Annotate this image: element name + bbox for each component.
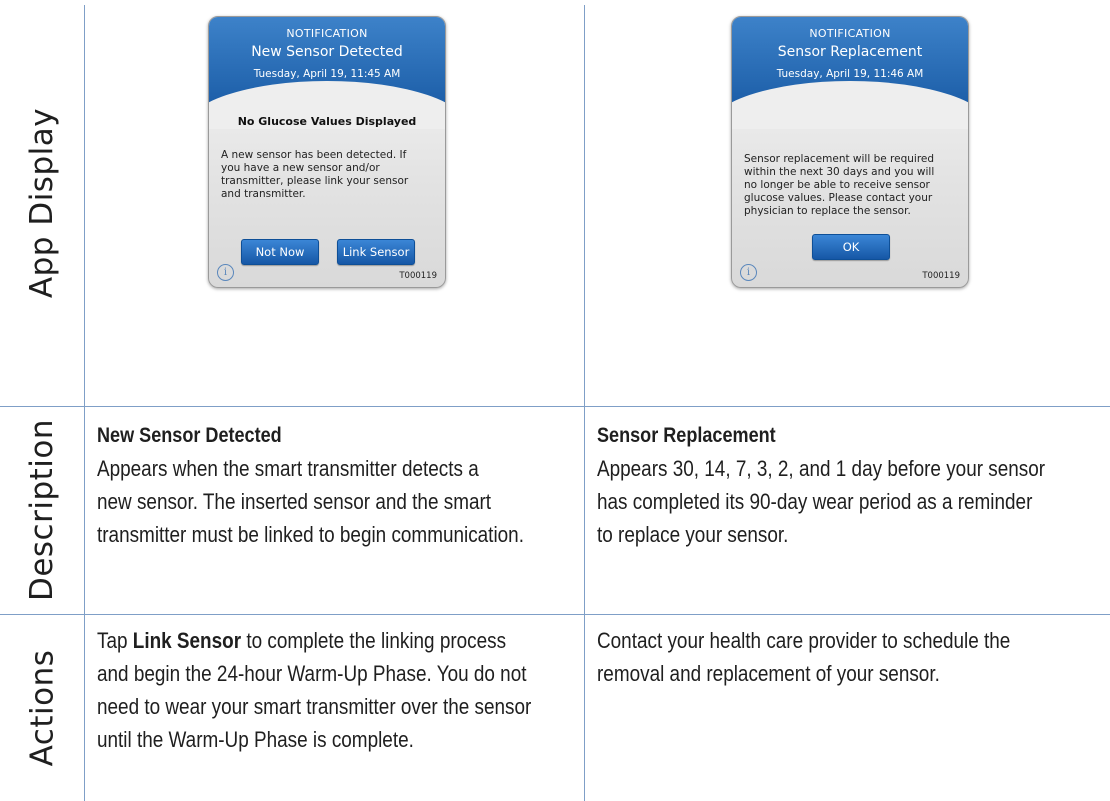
description-left-body: Appears when the smart transmitter detec… (97, 452, 577, 551)
dialog-message-line: physician to replace the sensor. (744, 205, 911, 217)
dialog-message-line: you have a new sensor and/or (221, 162, 380, 174)
actions-line: Tap Link Sensor to complete the linking … (97, 624, 506, 657)
description-line: new sensor. The inserted sensor and the … (97, 489, 492, 514)
actions-left: Tap Link Sensor to complete the linking … (97, 624, 577, 756)
dialog-message: A new sensor has been detected. If you h… (221, 149, 433, 201)
dialog-message-line: and transmitter. (221, 188, 306, 200)
description-line: has completed its 90-day wear period as … (597, 489, 1033, 514)
dialog-tag: NOTIFICATION (286, 27, 368, 40)
dialog-subtitle: No Glucose Values Displayed (237, 115, 417, 128)
description-left: New Sensor Detected Appears when the sma… (97, 424, 577, 551)
link-sensor-emphasis: Link Sensor (132, 628, 242, 653)
dialog-title: Sensor Replacement (777, 44, 923, 60)
dialog-datetime: Tuesday, April 19, 11:46 AM (776, 68, 924, 80)
actions-text: Tap (97, 628, 133, 653)
dialog-message-line: no longer be able to receive sensor (744, 179, 930, 191)
dialog-tag: NOTIFICATION (809, 27, 891, 40)
dialog-message: Sensor replacement will be required with… (744, 153, 956, 218)
sensor-replacement-dialog: NOTIFICATION Sensor Replacement Tuesday,… (731, 16, 969, 288)
actions-right: Contact your health care provider to sch… (597, 624, 1102, 690)
description-right-body: Appears 30, 14, 7, 3, 2, and 1 day befor… (597, 452, 1102, 551)
actions-text: to complete the linking process (241, 628, 507, 653)
dialog-datetime: Tuesday, April 19, 11:45 AM (253, 68, 401, 80)
link-sensor-button[interactable]: Link Sensor (337, 239, 415, 265)
description-line: Appears when the smart transmitter detec… (97, 456, 479, 481)
dialog-message-line: glucose values. Please contact your (744, 192, 933, 204)
dialog-message-line: Sensor replacement will be required (744, 153, 935, 165)
dialog-header: NOTIFICATION New Sensor Detected Tuesday… (209, 17, 445, 129)
grid-line-row1 (0, 406, 1110, 407)
grid-line-middle (584, 5, 585, 801)
description-line: to replace your sensor. (597, 522, 789, 547)
ok-button[interactable]: OK (812, 234, 890, 260)
dialog-code: T000119 (399, 271, 437, 281)
dialog-header: NOTIFICATION Sensor Replacement Tuesday,… (732, 17, 968, 129)
description-line: Appears 30, 14, 7, 3, 2, and 1 day befor… (597, 456, 1046, 481)
row-label-app-display-text: App Display (24, 107, 60, 299)
row-label-description: Description (0, 406, 84, 614)
dialog-title: New Sensor Detected (251, 44, 403, 60)
actions-line: and begin the 24-hour Warm-Up Phase. You… (97, 661, 527, 686)
dialog-message-line: within the next 30 days and you will (744, 166, 935, 178)
not-now-button[interactable]: Not Now (241, 239, 319, 265)
actions-line: Contact your health care provider to sch… (597, 628, 1011, 653)
dialog-code: T000119 (922, 271, 960, 281)
info-icon[interactable]: i (217, 264, 234, 281)
actions-line: until the Warm-Up Phase is complete. (97, 727, 414, 752)
description-left-title: New Sensor Detected (97, 424, 282, 447)
row-label-actions-text: Actions (24, 649, 60, 766)
dialog-message-line: transmitter, please link your sensor (221, 175, 409, 187)
dialog-message-line: A new sensor has been detected. If (221, 149, 407, 161)
row-label-description-text: Description (24, 418, 60, 602)
grid-line-left (84, 5, 85, 801)
description-right: Sensor Replacement Appears 30, 14, 7, 3,… (597, 424, 1102, 551)
description-right-title: Sensor Replacement (597, 424, 776, 447)
actions-line: need to wear your smart transmitter over… (97, 694, 532, 719)
description-line: transmitter must be linked to begin comm… (97, 522, 524, 547)
grid-line-row2 (0, 614, 1110, 615)
row-label-app-display: App Display (0, 0, 84, 406)
row-label-actions: Actions (0, 614, 84, 801)
actions-line: removal and replacement of your sensor. (597, 661, 940, 686)
new-sensor-dialog: NOTIFICATION New Sensor Detected Tuesday… (208, 16, 446, 288)
info-icon[interactable]: i (740, 264, 757, 281)
